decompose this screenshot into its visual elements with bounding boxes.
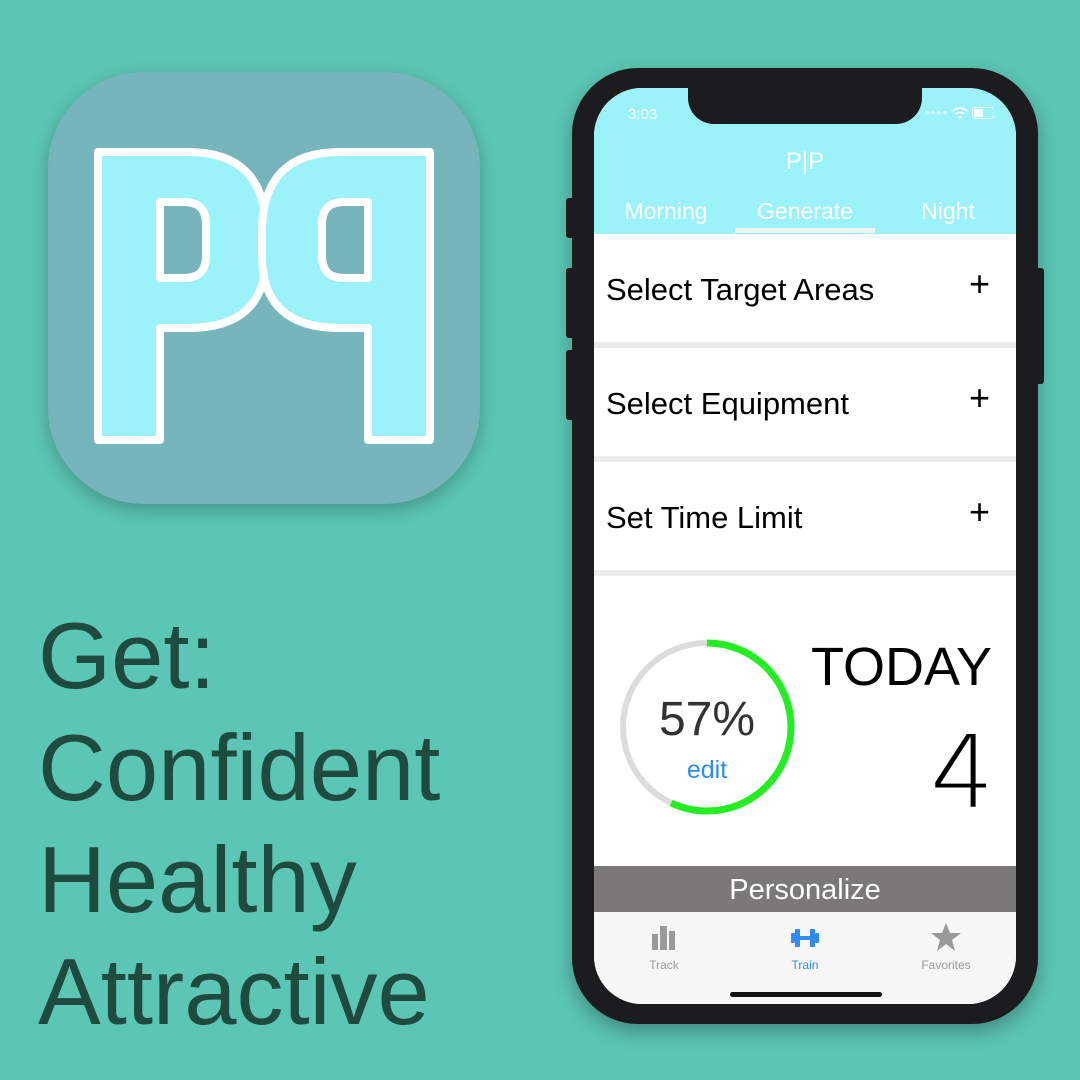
row-label: Select Equipment xyxy=(606,386,849,421)
tab-bar: Track Train Favorites xyxy=(594,912,1016,1004)
volume-up-button xyxy=(566,268,574,338)
row-label: Set Time Limit xyxy=(606,500,803,535)
battery-icon xyxy=(972,107,994,120)
tagline-line-4: Attractive xyxy=(38,939,430,1044)
select-equipment-row[interactable]: Select Equipment + xyxy=(594,348,1016,462)
app-header: 3:03 •••• P|P Morning Generate Night xyxy=(594,88,1016,234)
tagline-line-3: Healthy xyxy=(38,827,357,932)
tabbar-label: Favorites xyxy=(921,958,971,972)
edit-link[interactable]: edit xyxy=(616,756,798,785)
personalize-button[interactable]: Personalize xyxy=(594,866,1016,912)
tabbar-item-train[interactable]: Train xyxy=(745,922,865,972)
phone-screen: 3:03 •••• P|P Morning Generate Night Sel… xyxy=(594,88,1016,1004)
set-time-limit-row[interactable]: Set Time Limit + xyxy=(594,462,1016,576)
status-time: 3:03 xyxy=(628,106,658,123)
power-button xyxy=(1036,268,1044,384)
notch xyxy=(688,88,922,124)
tab-night[interactable]: Night xyxy=(904,198,992,225)
tab-morning[interactable]: Morning xyxy=(616,198,716,225)
status-icons: •••• xyxy=(925,104,994,120)
plus-icon[interactable]: + xyxy=(969,494,990,530)
tagline-line-1: Get: xyxy=(38,603,216,708)
progress-percent: 57% xyxy=(658,693,756,746)
phone-frame: 3:03 •••• P|P Morning Generate Night Sel… xyxy=(566,68,1044,1024)
mute-switch xyxy=(566,198,574,238)
plus-icon[interactable]: + xyxy=(969,380,990,416)
tab-generate[interactable]: Generate xyxy=(742,198,868,225)
tabbar-item-track[interactable]: Track xyxy=(604,922,724,972)
active-tab-indicator xyxy=(735,228,875,233)
wifi-icon xyxy=(952,107,968,119)
tagline-line-2: Confident xyxy=(38,715,441,820)
signal-dots-icon: •••• xyxy=(924,104,949,120)
tagline: Get: Confident Healthy Attractive xyxy=(38,600,440,1048)
tabbar-label: Train xyxy=(791,958,819,972)
row-label: Select Target Areas xyxy=(606,272,875,307)
progress-ring[interactable]: 57% edit xyxy=(616,636,798,818)
pp-logo-icon xyxy=(94,148,434,444)
today-label: TODAY xyxy=(810,637,992,697)
volume-down-button xyxy=(566,350,574,420)
home-indicator xyxy=(730,992,882,997)
tabbar-item-favorites[interactable]: Favorites xyxy=(886,922,1006,972)
header-title: P|P xyxy=(785,148,825,175)
app-icon: PP xyxy=(48,72,480,504)
today-count: 4 xyxy=(930,714,994,831)
tabbar-label: Track xyxy=(649,958,679,972)
dumbbell-icon xyxy=(791,929,819,947)
plus-icon[interactable]: + xyxy=(969,266,990,302)
select-target-areas-row[interactable]: Select Target Areas + xyxy=(594,234,1016,348)
star-icon xyxy=(931,923,961,951)
bar-chart-icon xyxy=(652,926,675,950)
